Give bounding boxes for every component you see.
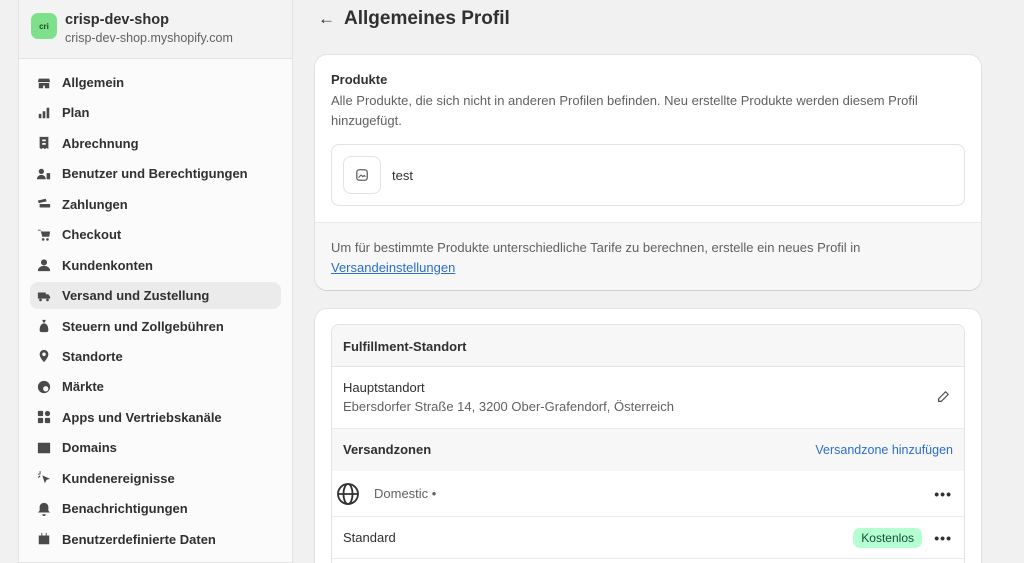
sidebar-item-benutzerdefinierte-daten[interactable]: Benutzerdefinierte Daten <box>30 526 281 553</box>
zone-name: Domestic • <box>374 486 437 501</box>
location-icon <box>37 349 51 363</box>
sidebar-item-label: Apps und Vertriebskanäle <box>62 409 222 425</box>
page-title: Allgemeines Profil <box>344 8 510 29</box>
sidebar-item-benachrichtigungen[interactable]: Benachrichtigungen <box>30 495 281 522</box>
sidebar-item-label: Plan <box>62 105 90 121</box>
plan-icon <box>37 106 51 120</box>
page-header: ← Allgemeines Profil <box>318 7 510 31</box>
products-card: Produkte Alle Produkte, die sich nicht i… <box>315 55 981 290</box>
sidebar-item-plan[interactable]: Plan <box>30 99 281 126</box>
sidebar-item-zahlungen[interactable]: Zahlungen <box>30 191 281 218</box>
sidebar-item-label: Benutzer und Berechtigungen <box>62 166 248 182</box>
store-domain: crisp-dev-shop.myshopify.com <box>65 31 233 45</box>
sidebar-item-domains[interactable]: Domains <box>30 434 281 461</box>
status-badge: Kostenlos <box>853 528 922 548</box>
product-list-item[interactable]: test <box>331 144 965 206</box>
zone-row: Domestic • ••• <box>332 471 964 517</box>
sidebar-item-label: Standorte <box>62 348 123 364</box>
store-name: crisp-dev-shop <box>65 12 169 28</box>
cart-icon <box>37 228 51 242</box>
fulfillment-title: Fulfillment-Standort <box>332 325 964 367</box>
sidebar-item-label: Checkout <box>62 227 122 243</box>
sidebar-item-allgemein[interactable]: Allgemein <box>30 69 281 96</box>
settings-nav: Allgemein Plan Abrechnung Benutzer und B… <box>19 59 292 553</box>
zones-header: Versandzonen Versandzone hinzufügen <box>332 429 964 471</box>
tax-icon <box>37 319 51 333</box>
back-arrow-icon[interactable]: ← <box>318 9 335 29</box>
sidebar-item-versand[interactable]: Versand und Zustellung <box>30 282 281 310</box>
sidebar-item-apps[interactable]: Apps und Vertriebskanäle <box>30 404 281 431</box>
sidebar-item-steuern[interactable]: Steuern und Zollgebühren <box>30 313 281 340</box>
sidebar-item-kundenereignisse[interactable]: Kundenereignisse <box>30 465 281 492</box>
sidebar-item-checkout[interactable]: Checkout <box>30 221 281 248</box>
location-name: Hauptstandort <box>343 380 425 395</box>
globe-icon <box>335 481 361 507</box>
products-title: Produkte <box>331 72 388 87</box>
add-zone-button[interactable]: Versandzone hinzufügen <box>815 443 953 457</box>
store-info: crisp-dev-shop crisp-dev-shop.myshopify.… <box>65 12 233 45</box>
sidebar-item-maerkte[interactable]: Märkte <box>30 373 281 400</box>
sidebar-item-label: Versand und Zustellung <box>62 288 210 304</box>
fulfillment-box: Fulfillment-Standort Hauptstandort Ebers… <box>331 324 965 563</box>
rate-name: Standard <box>343 530 396 545</box>
sidebar-item-label: Kundenkonten <box>62 257 153 273</box>
sidebar-item-benutzer[interactable]: Benutzer und Berechtigungen <box>30 160 281 187</box>
products-description: Alle Produkte, die sich nicht in anderen… <box>331 93 918 128</box>
receipt-icon <box>37 136 51 150</box>
location-row: Hauptstandort Ebersdorfer Straße 14, 320… <box>332 367 964 429</box>
sidebar-item-abrechnung[interactable]: Abrechnung <box>30 130 281 157</box>
sidebar-item-label: Steuern und Zollgebühren <box>62 318 224 334</box>
store-avatar: cri <box>31 13 57 39</box>
more-actions-icon[interactable]: ••• <box>934 530 952 546</box>
domains-icon <box>37 441 51 455</box>
product-name: test <box>392 167 413 183</box>
shipping-settings-link[interactable]: Versandeinstellungen <box>331 260 455 275</box>
sidebar-item-standorte[interactable]: Standorte <box>30 343 281 370</box>
more-actions-icon[interactable]: ••• <box>934 486 952 502</box>
zones-title: Versandzonen <box>343 442 432 457</box>
sidebar-item-kundenkonten[interactable]: Kundenkonten <box>30 252 281 279</box>
image-placeholder-icon <box>343 156 381 194</box>
sidebar-item-label: Zahlungen <box>62 196 128 212</box>
apps-icon <box>37 410 51 424</box>
sidebar-item-label: Benachrichtigungen <box>62 501 188 517</box>
footer-text: Um für bestimmte Produkte unterschiedlic… <box>331 240 861 255</box>
sidebar-item-label: Allgemein <box>62 75 125 90</box>
payments-icon <box>37 197 51 211</box>
truck-icon <box>37 289 51 303</box>
sidebar-item-label: Kundenereignisse <box>62 470 175 486</box>
settings-sidebar: cri crisp-dev-shop crisp-dev-shop.myshop… <box>18 0 293 563</box>
cursor-icon <box>37 471 51 485</box>
rate-row: Standard Kostenlos ••• <box>332 517 964 559</box>
store-header[interactable]: cri crisp-dev-shop crisp-dev-shop.myshop… <box>19 0 292 59</box>
pencil-icon[interactable] <box>936 390 950 404</box>
location-address: Ebersdorfer Straße 14, 3200 Ober-Grafend… <box>343 399 674 414</box>
sidebar-item-label: Benutzerdefinierte Daten <box>62 531 216 547</box>
data-icon <box>37 532 51 546</box>
sidebar-item-label: Märkte <box>62 379 104 395</box>
bell-icon <box>37 502 51 516</box>
person-icon <box>37 258 51 272</box>
store-icon <box>37 76 51 90</box>
users-icon <box>37 167 51 181</box>
sidebar-item-label: Abrechnung <box>62 135 139 151</box>
sidebar-item-label: Domains <box>62 440 117 456</box>
globe-icon <box>37 380 51 394</box>
fulfillment-card: Fulfillment-Standort Hauptstandort Ebers… <box>315 309 981 563</box>
products-footer: Um für bestimmte Produkte unterschiedlic… <box>315 222 981 290</box>
